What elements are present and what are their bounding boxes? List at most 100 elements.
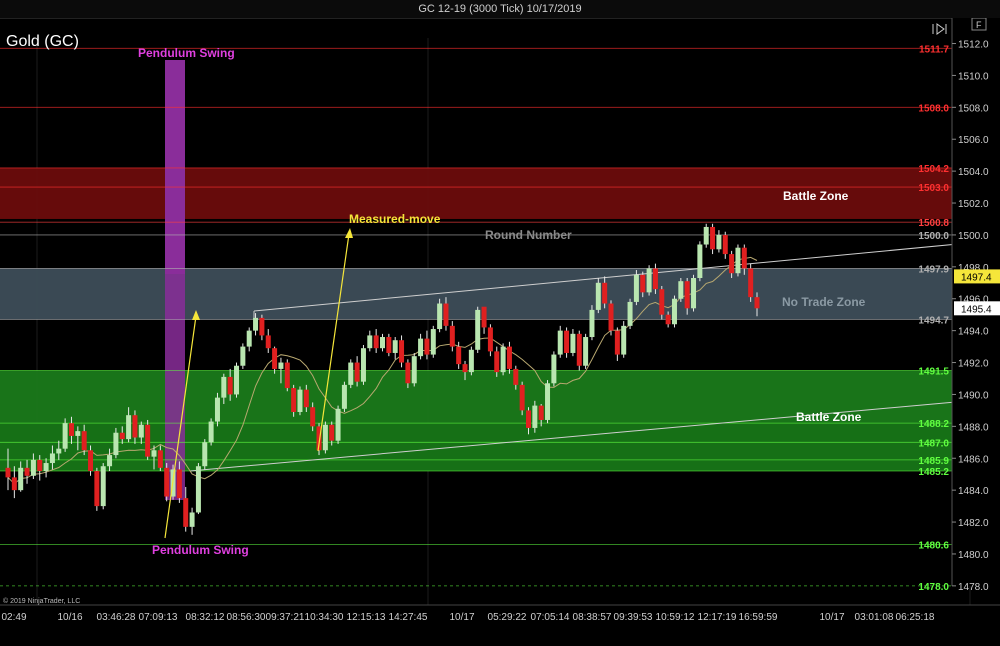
candle-down[interactable]	[748, 268, 754, 298]
candle-up[interactable]	[360, 348, 366, 382]
candle-up[interactable]	[703, 226, 709, 245]
candle-down[interactable]	[259, 317, 265, 336]
candle-down[interactable]	[525, 410, 531, 428]
candle-down[interactable]	[659, 289, 665, 315]
candle-down[interactable]	[24, 467, 30, 476]
candle-up[interactable]	[189, 512, 195, 527]
candle-up[interactable]	[367, 335, 373, 349]
candle-up[interactable]	[437, 303, 443, 330]
candle-up[interactable]	[411, 356, 417, 384]
candle-up[interactable]	[671, 298, 677, 325]
candle-up[interactable]	[691, 278, 697, 309]
candle-down[interactable]	[176, 469, 182, 499]
candle-up[interactable]	[214, 397, 220, 422]
candle-up[interactable]	[221, 376, 227, 398]
candle-up[interactable]	[621, 325, 627, 355]
candle-up[interactable]	[468, 349, 474, 373]
candle-down[interactable]	[405, 362, 411, 384]
candle-down[interactable]	[564, 330, 570, 353]
candle-up[interactable]	[348, 362, 354, 385]
candle-down[interactable]	[354, 362, 360, 382]
candle-down[interactable]	[145, 424, 151, 457]
candle-up[interactable]	[30, 459, 36, 476]
candle-up[interactable]	[646, 268, 652, 293]
candle-up[interactable]	[138, 424, 144, 438]
panel-toggle-icon[interactable]	[932, 23, 947, 35]
candle-down[interactable]	[519, 384, 525, 411]
candle-down[interactable]	[119, 432, 125, 440]
candle-down[interactable]	[443, 303, 449, 326]
candle-down[interactable]	[684, 281, 690, 309]
candle-down[interactable]	[494, 351, 500, 373]
candle-up[interactable]	[107, 455, 113, 467]
price-chart[interactable]: 1512.0 1510.0 1508.0 1506.0 1504.0 1502.0 1500…	[0, 18, 1000, 646]
candle-down[interactable]	[310, 407, 316, 427]
candle-up[interactable]	[392, 340, 398, 353]
time-axis[interactable]: 02:49 10/16 03:46:28 07:09:13 08:32:12 08:56:…	[0, 604, 1000, 623]
candle-down[interactable]	[272, 348, 278, 369]
candle-down[interactable]	[456, 346, 462, 365]
candle-down[interactable]	[88, 450, 94, 472]
candle-down[interactable]	[487, 327, 493, 352]
candle-up[interactable]	[43, 463, 49, 472]
candle-down[interactable]	[284, 362, 290, 389]
candle-down[interactable]	[449, 325, 455, 347]
candle-up[interactable]	[735, 247, 741, 274]
candle-up[interactable]	[18, 467, 24, 491]
candle-down[interactable]	[164, 467, 170, 497]
candle-up[interactable]	[126, 415, 132, 440]
candle-up[interactable]	[500, 346, 506, 373]
candle-up[interactable]	[151, 450, 157, 457]
candle-down[interactable]	[608, 303, 614, 331]
candle-down[interactable]	[265, 335, 271, 349]
candle-down[interactable]	[81, 431, 87, 451]
chart-canvas[interactable]: 1512.0 1510.0 1508.0 1506.0 1504.0 1502.0 1500…	[0, 18, 1000, 646]
candle-down[interactable]	[94, 471, 100, 507]
candle-up[interactable]	[322, 424, 328, 451]
candle-down[interactable]	[424, 338, 430, 355]
candle-up[interactable]	[49, 453, 55, 464]
candle-down[interactable]	[710, 226, 716, 250]
candle-down[interactable]	[462, 364, 468, 373]
candle-down[interactable]	[576, 333, 582, 366]
candle-down[interactable]	[640, 274, 646, 293]
candle-down[interactable]	[386, 337, 392, 353]
candle-up[interactable]	[418, 338, 424, 357]
candle-down[interactable]	[754, 297, 760, 309]
candle-up[interactable]	[583, 337, 589, 366]
candle-down[interactable]	[303, 389, 309, 408]
candle-up[interactable]	[551, 354, 557, 384]
candle-down[interactable]	[68, 423, 74, 436]
candle-up[interactable]	[475, 309, 481, 350]
candle-up[interactable]	[75, 431, 81, 436]
candle-up[interactable]	[430, 329, 436, 355]
candle-down[interactable]	[506, 346, 512, 369]
candle-up[interactable]	[240, 346, 246, 366]
candle-up[interactable]	[627, 301, 633, 326]
candle-up[interactable]	[532, 405, 538, 428]
candle-down[interactable]	[722, 234, 728, 255]
candle-up[interactable]	[62, 423, 68, 449]
candle-down[interactable]	[5, 467, 11, 478]
candle-up[interactable]	[253, 317, 259, 331]
candle-down[interactable]	[37, 459, 43, 472]
candle-down[interactable]	[373, 335, 379, 349]
candle-down[interactable]	[291, 388, 297, 412]
candle-up[interactable]	[633, 274, 639, 302]
candle-down[interactable]	[538, 405, 544, 420]
candle-up[interactable]	[716, 234, 722, 250]
candle-down[interactable]	[729, 254, 735, 274]
candle-down[interactable]	[399, 340, 405, 363]
candle-down[interactable]	[652, 268, 658, 290]
candle-down[interactable]	[11, 477, 17, 491]
candle-up[interactable]	[380, 337, 385, 349]
candle-up[interactable]	[557, 330, 563, 355]
candle-up[interactable]	[678, 281, 684, 299]
candle-up[interactable]	[278, 362, 284, 369]
candle-up[interactable]	[570, 333, 576, 353]
candle-down[interactable]	[481, 306, 487, 328]
candle-down[interactable]	[132, 415, 138, 438]
candle-down[interactable]	[513, 368, 519, 385]
candle-up[interactable]	[589, 309, 595, 338]
candle-up[interactable]	[545, 383, 551, 420]
